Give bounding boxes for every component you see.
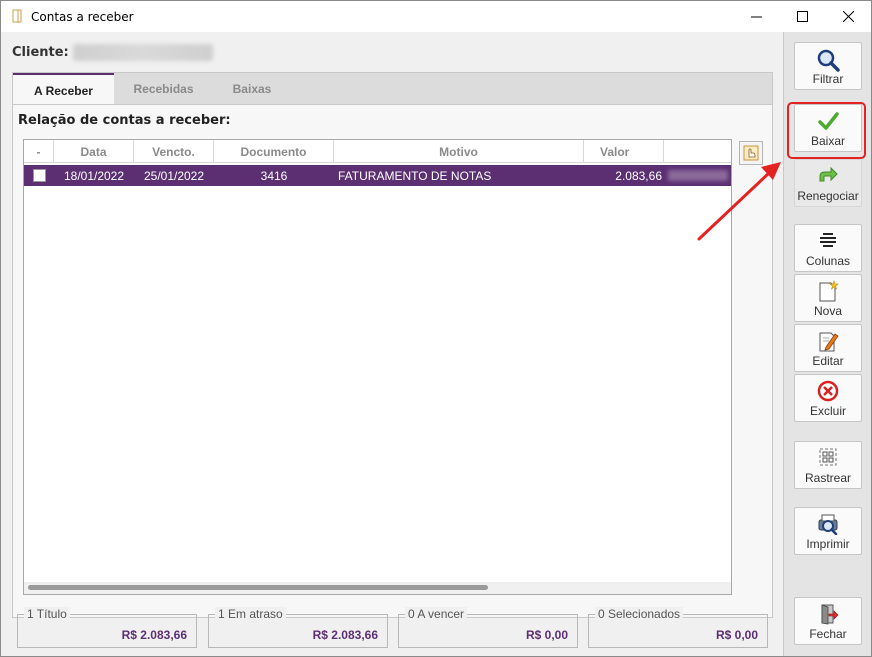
tab-strip: A Receber Recebidas Baixas (12, 72, 773, 106)
cell-documento: 3416 (260, 168, 288, 183)
summary-value: R$ 2.083,66 (121, 628, 187, 642)
print-preview-icon (818, 514, 838, 535)
excluir-label: Excluir (809, 404, 846, 418)
fechar-label: Fechar (809, 627, 847, 641)
editar-button[interactable]: Editar (794, 324, 862, 372)
tab-baixas[interactable]: Baixas (213, 73, 291, 105)
filtrar-label: Filtrar (812, 72, 844, 86)
main-panel: Cliente: A Receber Recebidas Baixas Rela… (1, 32, 781, 656)
summary-label: 1 Título (24, 607, 70, 621)
cell-valor: 2.083,66 (615, 168, 662, 183)
close-button[interactable] (825, 1, 871, 32)
redo-arrow-icon (819, 166, 838, 182)
accounts-grid: - Data Vencto. Documento Motivo Valor 18… (23, 139, 732, 595)
cell-motivo: FATURAMENTO DE NOTAS (338, 168, 492, 183)
column-header-select[interactable]: - (24, 140, 54, 163)
section-title: Relação de contas a receber: (18, 113, 231, 128)
filtrar-button[interactable]: Filtrar (794, 42, 862, 90)
rastrear-label: Rastrear (804, 471, 851, 485)
renegociar-button[interactable]: Renegociar (794, 159, 862, 207)
summary-selecionados: 0 Selecionados R$ 0,00 (588, 607, 768, 648)
tab-a-receber[interactable]: A Receber (13, 73, 114, 106)
horizontal-scrollbar[interactable] (24, 582, 731, 594)
row-checkbox[interactable] (32, 169, 46, 182)
new-document-icon (819, 280, 839, 302)
baixar-highlight-box (787, 102, 866, 159)
imprimir-button[interactable]: Imprimir (794, 507, 862, 555)
column-header-valor[interactable]: Valor (584, 140, 664, 163)
column-header-vencto[interactable]: Vencto. (134, 140, 214, 163)
tab-recebidas[interactable]: Recebidas (114, 73, 213, 105)
cell-vencto: 25/01/2022 (143, 168, 205, 183)
maximize-button[interactable] (779, 1, 825, 32)
columns-icon (820, 233, 836, 247)
search-icon (817, 49, 840, 72)
edit-pencil-icon (819, 332, 839, 352)
table-row[interactable]: 18/01/2022 25/01/2022 3416 FATURAMENTO D… (24, 165, 731, 186)
column-header-extra[interactable] (664, 140, 731, 163)
title-bar: Contas a receber (1, 1, 871, 32)
column-header-motivo[interactable]: Motivo (334, 140, 584, 163)
grid-edge-line (731, 163, 732, 583)
cell-extra-redacted (664, 165, 731, 186)
colunas-button[interactable]: Colunas (794, 224, 862, 272)
nova-label: Nova (813, 304, 842, 318)
nova-button[interactable]: Nova (794, 274, 862, 322)
summary-titulos: 1 Título R$ 2.083,66 (17, 607, 197, 648)
cell-data: 18/01/2022 (63, 168, 125, 183)
rastrear-button[interactable]: Rastrear (794, 441, 862, 489)
summary-em-atraso: 1 Em atraso R$ 2.083,66 (208, 607, 388, 648)
summary-label: 1 Em atraso (215, 607, 286, 621)
summary-value: R$ 2.083,66 (312, 628, 378, 642)
column-header-documento[interactable]: Documento (214, 140, 334, 163)
tab-content: Relação de contas a receber: - Data Venc… (12, 104, 773, 618)
imprimir-label: Imprimir (806, 537, 850, 551)
summary-label: 0 Selecionados (595, 607, 684, 621)
scan-icon (819, 448, 837, 466)
summary-a-vencer: 0 A vencer R$ 0,00 (398, 607, 578, 648)
row-select-cell (24, 165, 54, 186)
column-header-data[interactable]: Data (54, 140, 134, 163)
scrollbar-thumb[interactable] (28, 585, 488, 590)
minimize-button[interactable] (733, 1, 779, 32)
delete-icon (817, 380, 839, 402)
summary-value: R$ 0,00 (715, 628, 758, 642)
contas-a-receber-window: Contas a receber Cliente: A Receber Rece… (0, 0, 872, 657)
window-title: Contas a receber (31, 10, 134, 24)
client-label: Cliente: (12, 45, 69, 60)
exit-door-icon (821, 604, 839, 625)
summary-label: 0 A vencer (405, 607, 468, 621)
client-value-redacted (73, 44, 213, 61)
excluir-button[interactable]: Excluir (794, 374, 862, 422)
fechar-button[interactable]: Fechar (794, 597, 862, 645)
summary-value: R$ 0,00 (525, 628, 568, 642)
grid-options-button[interactable] (739, 141, 763, 165)
grid-header: - Data Vencto. Documento Motivo Valor (24, 140, 731, 163)
colunas-label: Colunas (805, 254, 851, 268)
app-icon (12, 9, 22, 23)
editar-label: Editar (812, 354, 844, 368)
renegociar-label: Renegociar (797, 189, 859, 203)
hand-pointer-icon (743, 145, 759, 161)
